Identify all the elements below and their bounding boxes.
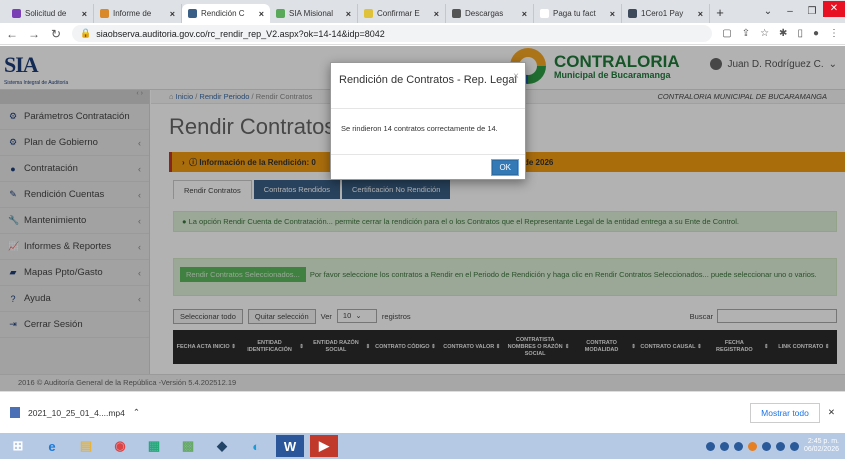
share-icon[interactable]: ⇪ (742, 28, 750, 39)
browser-tab[interactable]: Paga tu fact × (534, 4, 622, 23)
tab-title: Paga tu fact (553, 9, 596, 18)
app-icon[interactable]: ▩ (174, 435, 202, 457)
web-page: SIA Sistema Integral de Auditoría CONTRA… (0, 46, 845, 391)
chevron-up-icon[interactable]: ⌃ (133, 407, 140, 418)
clock[interactable]: 2:45 p. m. 06/02/2026 (804, 438, 839, 454)
extensions-icon[interactable]: ✱ (779, 28, 787, 39)
video-file-icon (10, 407, 20, 418)
browser-tab[interactable]: Informe de × (94, 4, 182, 23)
downloads-bar: 2021_10_25_01_4....mp4 ⌃ Mostrar todo ✕ (0, 391, 845, 433)
tab-title: Descargas (465, 9, 504, 18)
modal-header: Rendición de Contratos - Rep. Legal × (331, 63, 525, 109)
network-icon[interactable] (775, 441, 785, 451)
volume-icon[interactable] (789, 441, 799, 451)
modal-title: Rendición de Contratos - Rep. Legal (339, 74, 517, 86)
close-icon[interactable]: × (346, 9, 351, 19)
windows-start-icon[interactable]: ⊞ (4, 435, 32, 457)
tab-title: Solicitud de (25, 9, 67, 18)
windows-taskbar: ⊞ e ▤ ◉ ▦ ▩ ◆ ◐ W ▶ 2:45 p. m. 06/02/202… (0, 433, 845, 459)
tab-title: 1Cero1 Pay (641, 9, 684, 18)
modal-message: Se rindieron 14 contratos correctamente … (331, 109, 525, 155)
tray-icon[interactable] (747, 441, 757, 451)
tab-favicon-icon (540, 9, 549, 18)
tab-favicon-icon (628, 9, 637, 18)
app-icon[interactable]: ▦ (140, 435, 168, 457)
forward-arrow-icon[interactable]: → (28, 27, 40, 41)
app-icon[interactable]: ◆ (208, 435, 236, 457)
tab-favicon-icon (364, 9, 373, 18)
browser-tab[interactable]: Descargas × (446, 4, 534, 23)
star-icon[interactable]: ☆ (760, 28, 769, 39)
chevron-down-icon[interactable]: ⌄ (757, 6, 779, 17)
tab-favicon-icon (188, 9, 197, 18)
close-icon[interactable]: × (259, 9, 264, 19)
reload-icon[interactable]: ↻ (50, 27, 62, 41)
tray-icon[interactable] (705, 441, 715, 451)
close-icon[interactable]: × (170, 9, 175, 19)
chrome-icon[interactable]: ◉ (106, 435, 134, 457)
close-icon[interactable]: × (610, 9, 615, 19)
window-controls: ⌄ – ❐ ✕ (757, 0, 845, 23)
tray-icon[interactable] (719, 441, 729, 451)
minimize-button[interactable]: – (779, 6, 801, 17)
tab-favicon-icon (100, 9, 109, 18)
url-field[interactable]: 🔒 siaobserva.auditoria.gov.co/rc_rendir_… (72, 25, 713, 42)
ok-button[interactable]: OK (491, 158, 519, 176)
show-all-button[interactable]: Mostrar todo (750, 402, 820, 423)
lock-icon: 🔒 (80, 28, 92, 38)
media-icon[interactable]: ▶ (310, 435, 338, 457)
system-tray: 2:45 p. m. 06/02/2026 (705, 438, 845, 454)
browser-toolbar: ▢ ⇪ ☆ ✱ ▯ ● ⋮ (722, 28, 839, 39)
address-bar: ← → ↻ 🔒 siaobserva.auditoria.gov.co/rc_r… (0, 23, 845, 45)
sidebar-icon[interactable]: ▯ (797, 28, 803, 39)
tab-title: Rendición C (201, 9, 245, 18)
tab-search-icon[interactable]: ▢ (722, 28, 731, 39)
internet-explorer-icon[interactable]: e (38, 435, 66, 457)
close-icon[interactable]: × (434, 9, 439, 19)
back-arrow-icon[interactable]: ← (6, 27, 18, 41)
word-icon[interactable]: W (276, 435, 304, 457)
profile-icon[interactable]: ● (813, 28, 819, 39)
file-explorer-icon[interactable]: ▤ (72, 435, 100, 457)
tab-favicon-icon (12, 9, 21, 18)
browser-tab[interactable]: Confirmar E × (358, 4, 446, 23)
tab-title: Confirmar E (377, 9, 420, 18)
close-icon[interactable]: × (522, 9, 527, 19)
close-icon[interactable]: ✕ (828, 407, 835, 418)
edge-icon[interactable]: ◐ (242, 435, 270, 457)
browser-tabstrip: Solicitud de × Informe de × Rendición C × SIA … (0, 0, 845, 23)
close-icon[interactable]: × (82, 9, 87, 19)
menu-icon[interactable]: ⋮ (829, 28, 839, 39)
url-text: siaobserva.auditoria.gov.co/rc_rendir_re… (96, 28, 385, 39)
tray-icon[interactable] (733, 441, 743, 451)
new-tab-button[interactable]: + (710, 4, 730, 23)
download-file-name[interactable]: 2021_10_25_01_4....mp4 (28, 408, 125, 418)
tab-favicon-icon (276, 9, 285, 18)
close-icon[interactable]: × (698, 9, 703, 19)
browser-tab[interactable]: Solicitud de × (6, 4, 94, 23)
maximize-button[interactable]: ❐ (801, 6, 823, 17)
browser-tab[interactable]: Rendición C × (182, 4, 270, 23)
browser-tab[interactable]: 1Cero1 Pay × (622, 4, 710, 23)
close-window-button[interactable]: ✕ (823, 0, 845, 17)
tray-icon[interactable] (761, 441, 771, 451)
modal-footer: OK (331, 155, 525, 179)
tab-favicon-icon (452, 9, 461, 18)
browser-tab[interactable]: SIA Misional × (270, 4, 358, 23)
tab-title: SIA Misional (289, 9, 334, 18)
tab-title: Informe de (113, 9, 152, 18)
rendition-modal: Rendición de Contratos - Rep. Legal × Se… (330, 62, 526, 180)
close-icon[interactable]: × (513, 70, 519, 84)
